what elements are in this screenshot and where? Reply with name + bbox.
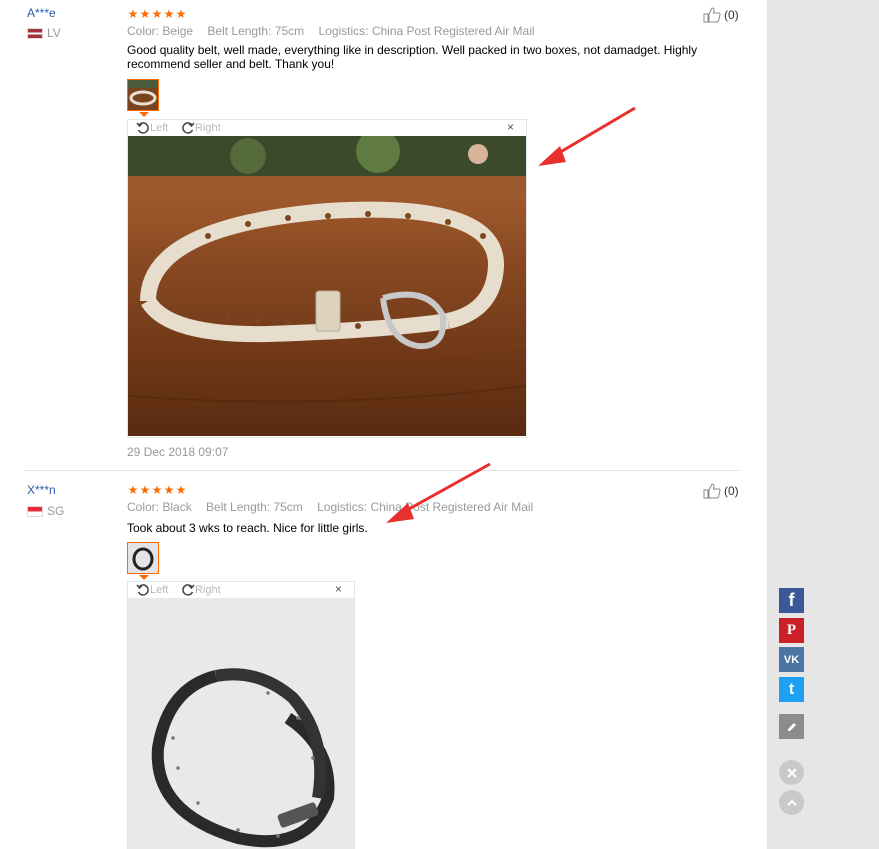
pinterest-icon: P <box>786 622 797 638</box>
chevron-up-icon <box>786 799 797 806</box>
photo-viewer: Left Right × <box>127 581 355 849</box>
review-photo <box>128 598 354 849</box>
viewer-toolbar: Left Right × <box>128 582 354 598</box>
facebook-icon: f <box>788 590 795 610</box>
star-icon: ★ <box>163 483 175 497</box>
review-item: X***n SG ★ ★ ★ ★ ★ Color: Black Belt Len… <box>0 0 760 849</box>
facebook-share-button[interactable]: f <box>779 588 804 613</box>
country-code: SG <box>47 504 65 518</box>
logistics-attribute: Logistics: China Post Registered Air Mai… <box>317 500 534 514</box>
order-info: Color: Black Belt Length: 75cm Logistics… <box>127 500 544 514</box>
rotate-left-icon <box>136 584 149 596</box>
vk-share-button[interactable]: VK <box>779 647 804 672</box>
thumbnail-pointer <box>139 575 149 580</box>
star-icon: ★ <box>175 483 187 497</box>
rotate-right-label: Right <box>195 584 221 596</box>
pinterest-share-button[interactable]: P <box>779 618 804 643</box>
helpful-count: (0) <box>724 484 739 498</box>
review-photo-thumbnail[interactable] <box>127 542 159 574</box>
color-attribute: Color: Black <box>127 500 192 514</box>
star-icon: ★ <box>139 483 151 497</box>
close-icon <box>786 767 797 778</box>
thumbs-up-icon <box>703 483 721 499</box>
vk-icon: VK <box>783 653 800 666</box>
twitter-share-button[interactable]: t <box>779 677 804 702</box>
back-to-top-button[interactable] <box>779 790 804 815</box>
buyer-country: SG <box>27 504 64 518</box>
flag-sg-icon <box>27 505 43 517</box>
star-rating: ★ ★ ★ ★ ★ <box>127 484 187 496</box>
black-belt-photo <box>128 598 354 849</box>
belt-thumbnail-image <box>128 543 158 573</box>
buyer-name[interactable]: X***n <box>27 483 56 497</box>
star-icon: ★ <box>127 483 139 497</box>
close-viewer-button[interactable]: × <box>335 582 342 596</box>
rotate-right-button[interactable]: Right <box>181 583 221 597</box>
review-text: Took about 3 wks to reach. Nice for litt… <box>127 521 368 535</box>
pencil-icon <box>787 722 796 731</box>
belt-length-attribute: Belt Length: 75cm <box>206 500 303 514</box>
star-icon: ★ <box>151 483 163 497</box>
feedback-button[interactable] <box>779 714 804 739</box>
close-panel-button[interactable] <box>779 760 804 785</box>
helpful-button[interactable]: (0) <box>703 483 739 499</box>
rotate-left-button[interactable]: Left <box>136 583 168 597</box>
page: A***e LV ★ ★ ★ ★ ★ Color: Beige Belt Len… <box>0 0 879 849</box>
rotate-right-icon <box>182 584 195 596</box>
rotate-left-label: Left <box>150 584 169 596</box>
twitter-icon: t <box>788 680 795 698</box>
